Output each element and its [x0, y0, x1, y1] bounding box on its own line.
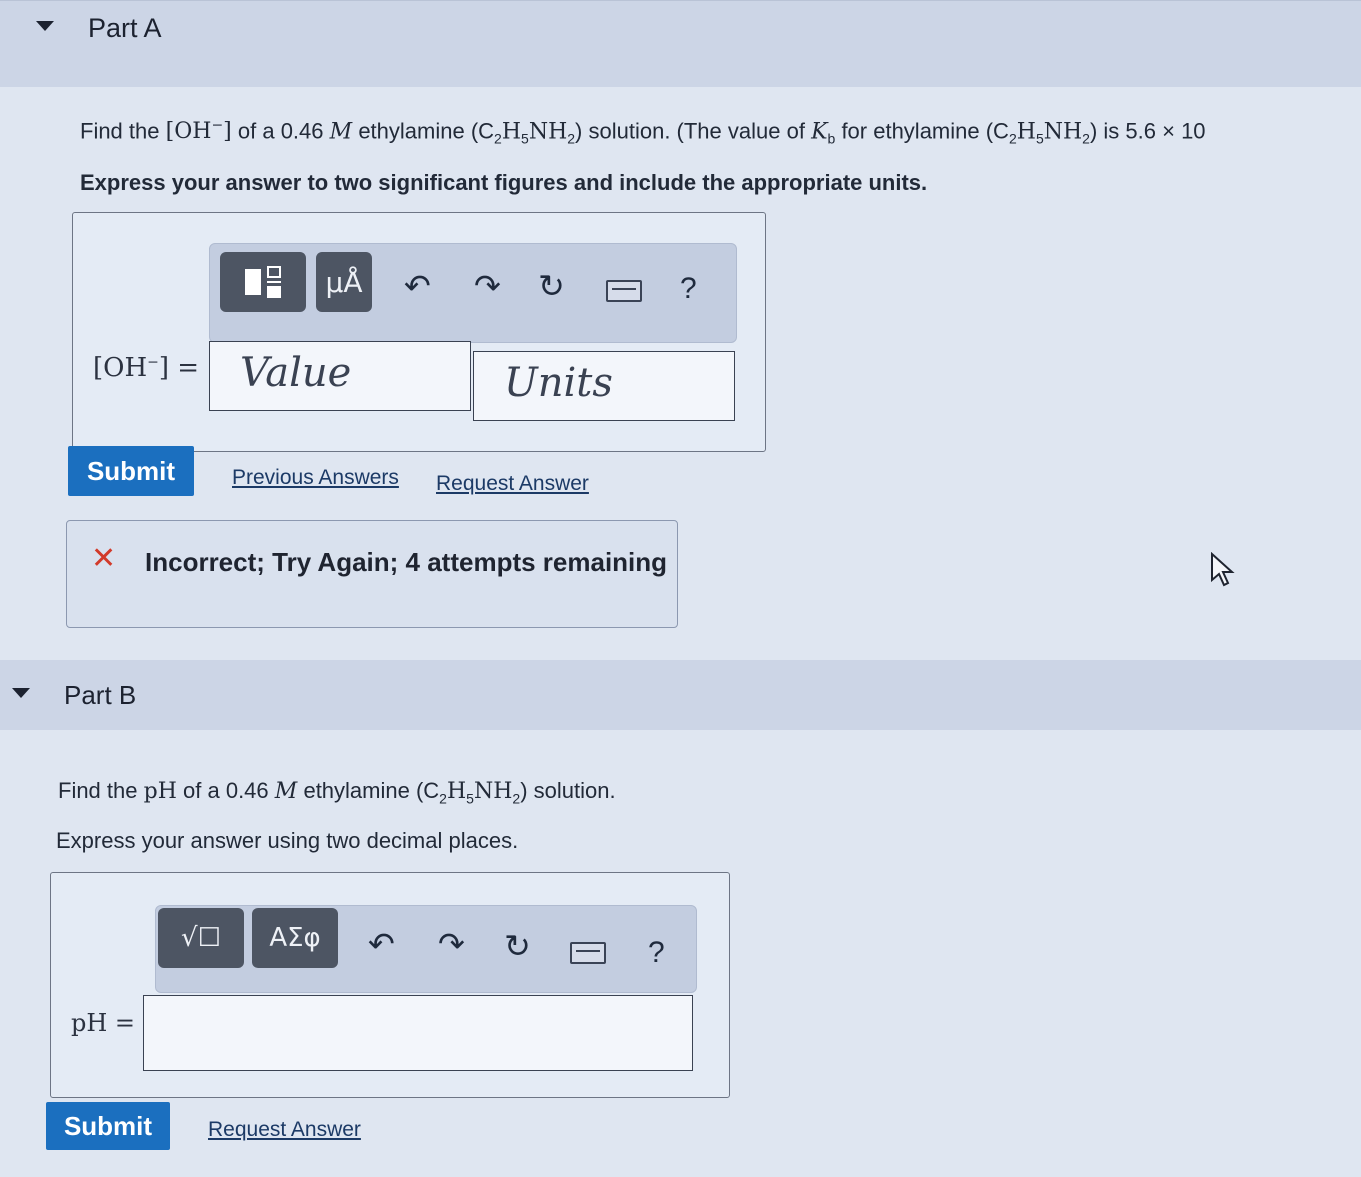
part-a-request-answer-link[interactable]: Request Answer	[436, 472, 589, 496]
part-b-instruction: Express your answer using two decimal pl…	[56, 828, 519, 853]
part-b-title: Part B	[64, 680, 137, 710]
part-a-header[interactable]: Part A	[0, 0, 1361, 87]
reset-icon[interactable]: ↻	[504, 930, 531, 962]
reset-icon[interactable]: ↻	[538, 270, 565, 302]
units-button[interactable]: μÅ	[316, 252, 372, 312]
units-placeholder: Units	[504, 360, 613, 406]
value-input[interactable]: Value	[209, 341, 471, 411]
ph-equation-label: pH =	[71, 1009, 136, 1037]
part-a-instruction: Express your answer to two significant f…	[80, 170, 928, 195]
incorrect-feedback: ✕ Incorrect; Try Again; 4 attempts remai…	[66, 520, 678, 628]
part-b-request-answer-link[interactable]: Request Answer	[208, 1118, 361, 1142]
undo-icon[interactable]: ↶	[404, 270, 431, 302]
fraction-template-icon	[245, 266, 281, 298]
previous-answers-link[interactable]: Previous Answers	[232, 466, 399, 490]
fraction-template-button[interactable]	[220, 252, 306, 312]
keyboard-icon[interactable]	[570, 942, 606, 964]
part-a-title: Part A	[88, 13, 162, 43]
part-a-submit-button[interactable]: Submit	[68, 446, 194, 496]
part-b-submit-button[interactable]: Submit	[46, 1102, 170, 1150]
oh-equation-label: [OH−] =	[93, 353, 200, 383]
feedback-message: Incorrect; Try Again; 4 attempts remaini…	[145, 547, 668, 577]
redo-icon[interactable]: ↷	[438, 928, 465, 960]
part-a-math-toolbar: μÅ ↶ ↷ ↻ ?	[209, 243, 737, 343]
greek-symbols-button[interactable]: ΑΣφ	[252, 908, 338, 968]
part-b-answer-box: √☐ ΑΣφ ↶ ↷ ↻ ? pH =	[50, 872, 730, 1098]
collapse-caret-icon[interactable]	[12, 688, 30, 698]
part-b-header[interactable]: Part B	[0, 660, 1361, 730]
help-icon[interactable]: ?	[680, 272, 697, 306]
templates-button[interactable]: √☐	[158, 908, 244, 968]
part-a-question: Find the [OH−] of a 0.46 M ethylamine (C…	[80, 118, 1206, 147]
redo-icon[interactable]: ↷	[474, 270, 501, 302]
incorrect-x-icon: ✕	[91, 542, 117, 575]
part-b-question: Find the pH of a 0.46 M ethylamine (C2H5…	[58, 778, 616, 807]
undo-icon[interactable]: ↶	[368, 928, 395, 960]
part-b-math-toolbar: √☐ ΑΣφ ↶ ↷ ↻ ?	[155, 905, 697, 993]
units-input[interactable]: Units	[473, 351, 735, 421]
keyboard-icon[interactable]	[606, 280, 642, 302]
value-placeholder: Value	[240, 350, 352, 396]
part-a-answer-box: μÅ ↶ ↷ ↻ ? [OH−] = Value Units	[72, 212, 766, 452]
collapse-caret-icon[interactable]	[36, 21, 54, 31]
help-icon[interactable]: ?	[648, 936, 665, 970]
ph-input[interactable]	[143, 995, 693, 1071]
